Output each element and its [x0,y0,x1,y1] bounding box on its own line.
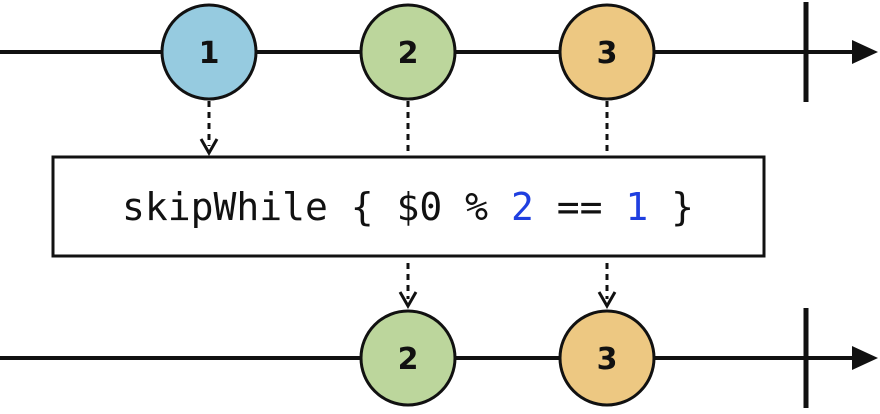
operator-number-token: 2 [511,185,534,229]
skipwhile-marble-diagram: skipWhile { $0 % 2 == 1 } 1 2 3 2 3 [0,2,878,408]
output-marble-2-label: 2 [398,342,419,377]
input-marble-1-label: 1 [199,36,220,71]
operator-code-token: skipWhile { $0 % [122,185,511,229]
input-marble-3: 3 [558,3,656,101]
input-marble-1: 1 [160,3,258,101]
operator-code-token: == [534,185,626,229]
output-marble-2: 2 [359,309,457,407]
operator-code-token: } [648,185,694,229]
output-marble-3-label: 3 [597,342,618,377]
input-timeline-arrowhead [852,40,878,64]
operator-box: skipWhile { $0 % 2 == 1 } [51,155,766,258]
operator-label: skipWhile { $0 % 2 == 1 } [122,185,694,229]
output-timeline-arrowhead [852,346,878,370]
input-to-operator-connectors [199,101,609,157]
operator-to-output-connectors [398,263,617,310]
input-marble-2: 2 [359,3,457,101]
input-marble-3-label: 3 [597,36,618,71]
output-marble-3: 3 [558,309,656,407]
operator-number-token: 1 [625,185,648,229]
input-marble-2-label: 2 [398,36,419,71]
